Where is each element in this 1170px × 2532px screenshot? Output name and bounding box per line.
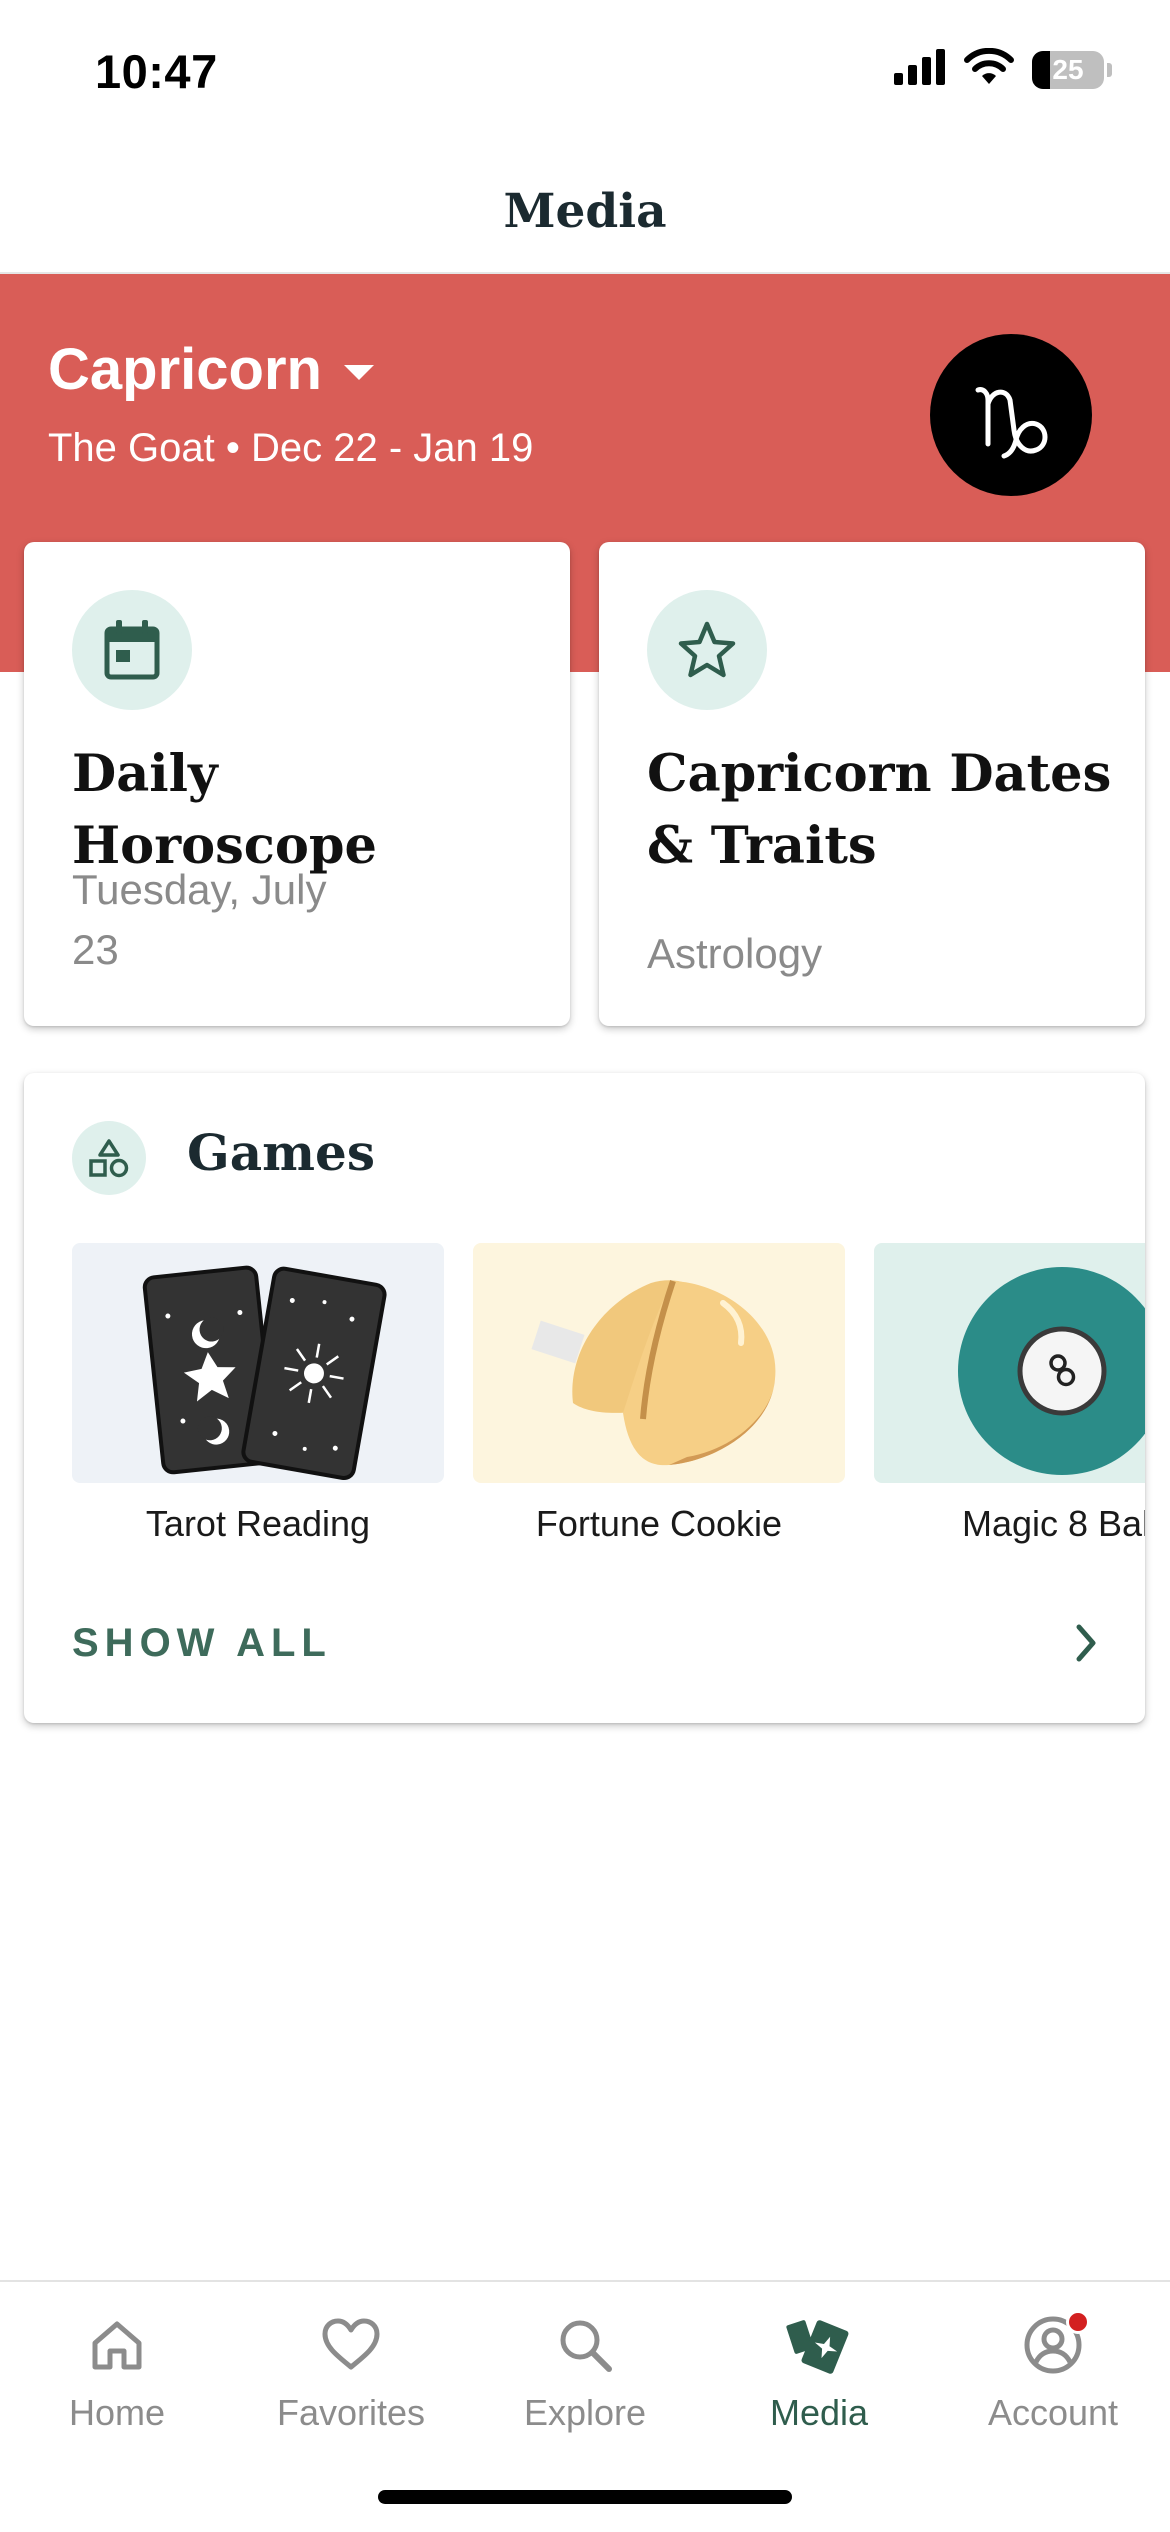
signal-icon xyxy=(894,49,946,90)
nav-label: Favorites xyxy=(276,2392,426,2433)
nav-home[interactable]: Home xyxy=(0,2282,234,2462)
games-title: Games xyxy=(187,1123,375,1182)
game-label: Fortune Cookie xyxy=(535,1503,783,1544)
shapes-icon xyxy=(72,1121,146,1195)
show-all-button[interactable]: SHOW ALL xyxy=(72,1621,332,1666)
battery-icon: 25 xyxy=(1032,50,1104,89)
fortune-cookie-tile[interactable] xyxy=(473,1243,845,1483)
home-icon xyxy=(89,2308,145,2382)
calendar-icon xyxy=(72,590,192,710)
notification-badge xyxy=(1066,2310,1090,2334)
tarot-cards-image xyxy=(142,1265,387,1480)
card-subtitle: Astrology xyxy=(647,930,823,977)
status-icons: 25 xyxy=(894,47,1112,91)
nav-label: Media xyxy=(769,2392,869,2433)
star-icon xyxy=(647,590,767,710)
home-indicator[interactable] xyxy=(378,2490,792,2504)
wifi-icon xyxy=(964,47,1014,91)
status-time: 10:47 xyxy=(95,45,218,98)
nav-media[interactable]: Media xyxy=(702,2282,936,2462)
capricorn-glyph-icon xyxy=(930,334,1092,496)
caret-down-icon xyxy=(343,365,374,380)
fortune-cookie-image xyxy=(531,1280,776,1466)
status-bar: 10:47 25 xyxy=(0,0,1170,150)
game-label: Magic 8 Ball xyxy=(961,1503,1145,1544)
nav-label: Home xyxy=(68,2392,166,2433)
dates-traits-card[interactable]: Capricorn Dates & Traits Astrology xyxy=(599,542,1145,1026)
app-header: Media xyxy=(0,150,1170,274)
magic-8-ball-tile[interactable] xyxy=(874,1243,1145,1483)
card-subtitle: Tuesday, July 23 xyxy=(72,866,327,973)
battery-level: 25 xyxy=(1052,53,1084,85)
game-label: Tarot Reading xyxy=(145,1503,371,1544)
nav-label: Account xyxy=(987,2392,1119,2433)
sign-name: Capricorn xyxy=(48,337,322,402)
sign-selector[interactable]: Capricorn xyxy=(48,336,374,403)
magic-8-ball-image xyxy=(958,1267,1145,1477)
heart-icon xyxy=(320,2308,382,2382)
page-title: Media xyxy=(503,183,667,239)
sign-subtitle: The Goat • Dec 22 - Jan 19 xyxy=(48,426,534,470)
cards-icon xyxy=(786,2308,852,2382)
chevron-right-icon[interactable] xyxy=(1073,1621,1101,1670)
card-title: Capricorn Dates & Traits xyxy=(647,744,1112,876)
tarot-reading-tile[interactable] xyxy=(72,1243,444,1483)
nav-account[interactable]: Account xyxy=(936,2282,1170,2462)
account-icon xyxy=(1022,2308,1090,2382)
daily-horoscope-card[interactable]: Daily Horoscope Tuesday, July 23 xyxy=(24,542,570,1026)
nav-favorites[interactable]: Favorites xyxy=(234,2282,468,2462)
search-icon xyxy=(556,2308,614,2382)
games-card: Games Tarot Reading Fortune Cookie Magic… xyxy=(24,1073,1145,1723)
nav-explore[interactable]: Explore xyxy=(468,2282,702,2462)
nav-label: Explore xyxy=(523,2392,647,2433)
